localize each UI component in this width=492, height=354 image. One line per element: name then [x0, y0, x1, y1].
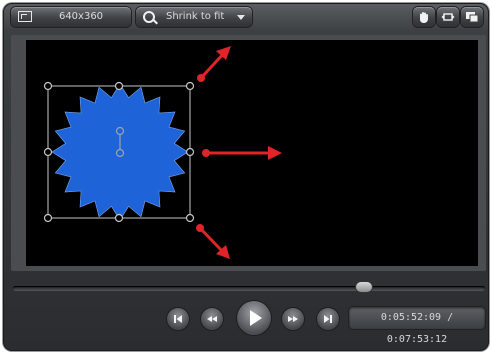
zoom-label: Shrink to fit — [166, 11, 225, 22]
video-player-app: 640x360 Shrink to fit 0:05:52:09 / 0:07:… — [0, 0, 492, 354]
magnifier-icon — [143, 11, 155, 23]
timeline-track[interactable] — [13, 286, 485, 291]
play-button[interactable] — [237, 301, 271, 335]
canvas-size-label: 640x360 — [58, 11, 104, 22]
hand-pan-icon — [420, 12, 428, 23]
time-display: 0:05:52:09 / 0:07:53:12 — [349, 307, 485, 345]
skip-to-end-button[interactable] — [317, 308, 339, 330]
fast-forward-button[interactable] — [282, 308, 304, 330]
zoom-dropdown[interactable]: Shrink to fit — [136, 7, 252, 27]
rewind-button[interactable] — [201, 308, 223, 330]
skip-to-start-button[interactable] — [167, 308, 189, 330]
play-icon — [250, 310, 262, 326]
skip-to-start-icon — [174, 315, 182, 323]
playhead-handle[interactable] — [356, 282, 372, 292]
fast-forward-icon — [288, 316, 298, 322]
window-mode-button[interactable] — [461, 7, 483, 27]
canvas-size-button[interactable]: 640x360 — [11, 7, 131, 27]
chevron-down-icon — [237, 15, 245, 20]
pan-tool-button[interactable] — [413, 7, 435, 27]
resize-icon — [18, 11, 32, 22]
rewind-icon — [207, 316, 217, 322]
fit-view-button[interactable] — [437, 7, 459, 27]
fit-to-window-icon — [441, 13, 455, 21]
skip-to-end-icon — [324, 315, 332, 323]
window-mode-icon — [466, 12, 479, 23]
